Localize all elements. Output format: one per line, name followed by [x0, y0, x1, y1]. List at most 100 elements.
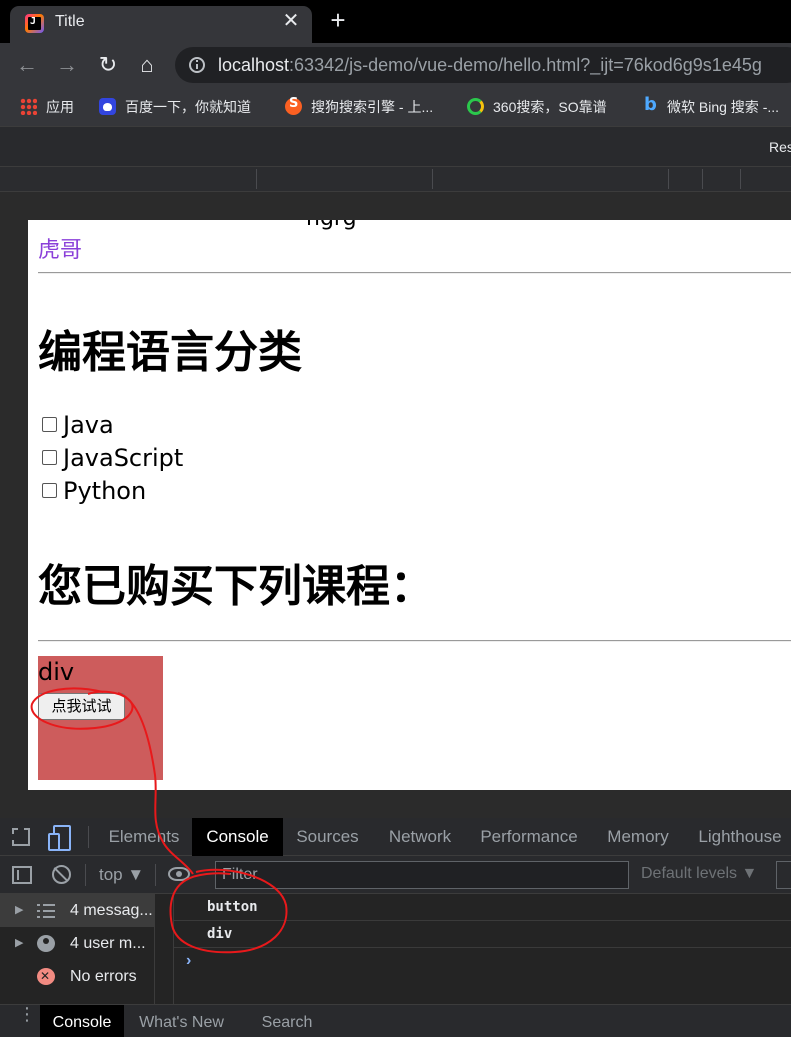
- sidebar-item-label: 4 messag...: [70, 902, 153, 919]
- horizontal-rule: [38, 272, 791, 274]
- clipped-text: hgrg: [306, 220, 357, 231]
- drawer-tab-whats-new[interactable]: What's New: [130, 1005, 233, 1037]
- tab-elements[interactable]: Elements: [96, 818, 192, 856]
- sidebar-item-user-messages[interactable]: ▶ 4 user m...: [0, 927, 155, 960]
- browser-tab[interactable]: J Title ✕: [10, 6, 312, 43]
- url-text[interactable]: localhost:63342/js-demo/vue-demo/hello.h…: [218, 55, 762, 76]
- tab-network[interactable]: Network: [376, 818, 464, 856]
- browser-toolbar: ← → ↻ ⌂ localhost:63342/js-demo/vue-demo…: [0, 43, 791, 88]
- ruler-divider: [432, 169, 433, 189]
- console-message: div: [174, 921, 791, 948]
- console-prompt-icon[interactable]: ›: [186, 952, 191, 970]
- user-icon: [37, 935, 55, 952]
- bookmark-baidu[interactable]: 百度一下，你就知道: [99, 97, 251, 117]
- language-option-javascript[interactable]: JavaScript: [42, 443, 183, 473]
- sidebar-item-messages[interactable]: ▶ 4 messag...: [0, 894, 155, 927]
- sidebar-item-errors[interactable]: No errors: [0, 960, 155, 993]
- language-label: Python: [63, 477, 147, 505]
- inspect-element-icon[interactable]: [12, 828, 30, 846]
- bookmark-apps[interactable]: 应用: [20, 97, 74, 117]
- drawer-tab-bar: ⋮ Console What's New Search: [0, 1004, 791, 1037]
- webstorm-favicon-icon: J: [25, 14, 44, 33]
- list-icon: [37, 902, 55, 919]
- drawer-menu-icon[interactable]: ⋮: [18, 1005, 36, 1031]
- checkbox[interactable]: [42, 417, 57, 432]
- checkbox[interactable]: [42, 483, 57, 498]
- tab-strip: J Title ✕ +: [0, 0, 791, 43]
- url-host: localhost: [218, 55, 290, 75]
- ruler-divider: [702, 169, 703, 189]
- console-output[interactable]: button div ›: [173, 894, 791, 1004]
- ruler-divider: [668, 169, 669, 189]
- bookmark-label: 百度一下，你就知道: [125, 99, 251, 115]
- baidu-icon: [99, 98, 116, 115]
- context-selector[interactable]: top ▼: [99, 865, 144, 885]
- tab-title: Title: [55, 13, 85, 30]
- bookmarks-bar: 应用 百度一下，你就知道 搜狗搜索引擎 - 上... 360搜索，SO靠谱 微软…: [0, 88, 791, 126]
- language-option-python[interactable]: Python: [42, 476, 146, 506]
- log-levels-dropdown[interactable]: Default levels ▼: [641, 865, 757, 883]
- console-settings-button[interactable]: [776, 861, 791, 889]
- console-sidebar: ▶ 4 messag... ▶ 4 user m... No errors: [0, 894, 155, 1004]
- device-toggle-icon[interactable]: [48, 825, 71, 851]
- bookmark-label: 360搜索，SO靠谱: [493, 99, 607, 115]
- console-filter-input[interactable]: Filter: [215, 861, 629, 889]
- tab-console[interactable]: Console: [192, 818, 283, 856]
- live-expression-eye-icon[interactable]: [168, 867, 190, 881]
- apps-grid-icon: [20, 98, 37, 115]
- separator: [85, 864, 86, 886]
- address-bar[interactable]: localhost:63342/js-demo/vue-demo/hello.h…: [175, 47, 791, 83]
- sogou-icon: [285, 96, 302, 115]
- new-tab-button[interactable]: +: [325, 6, 351, 34]
- sidebar-item-label: No errors: [70, 968, 137, 985]
- expand-arrow-icon[interactable]: ▶: [15, 927, 23, 960]
- checkbox[interactable]: [42, 450, 57, 465]
- separator: [155, 864, 156, 886]
- heading-bought-courses: 您已购买下列课程：: [38, 561, 434, 612]
- bookmark-label: 搜狗搜索引擎 - 上...: [311, 99, 434, 115]
- home-icon[interactable]: ⌂: [133, 51, 161, 79]
- url-path: :63342/js-demo/vue-demo/hello.html?_ijt=…: [289, 55, 762, 75]
- bookmark-label: 微软 Bing 搜索 -...: [667, 99, 780, 115]
- div-label: div: [38, 658, 75, 686]
- heading-languages: 编程语言分类: [38, 327, 302, 378]
- tab-performance[interactable]: Performance: [470, 818, 588, 856]
- close-tab-icon[interactable]: ✕: [280, 10, 302, 32]
- tab-sources[interactable]: Sources: [285, 818, 370, 856]
- bookmark-bing[interactable]: 微软 Bing 搜索 -...: [641, 94, 780, 117]
- bing-icon: [641, 94, 658, 115]
- back-arrow-icon[interactable]: ←: [13, 51, 41, 79]
- console-toolbar: top ▼ Filter Default levels ▼: [0, 856, 791, 894]
- device-toolbar: Res: [0, 126, 791, 166]
- console-message: button: [174, 894, 791, 921]
- devtools-tab-bar: Elements Console Sources Network Perform…: [0, 818, 791, 856]
- horizontal-rule: [38, 640, 791, 642]
- media-query-ruler: [0, 166, 791, 192]
- forward-arrow-icon[interactable]: →: [53, 51, 81, 79]
- ruler-divider: [740, 169, 741, 189]
- drawer-tab-console[interactable]: Console: [40, 1005, 124, 1037]
- error-icon: [37, 960, 55, 993]
- language-label: JavaScript: [63, 444, 184, 472]
- devtools-panel: Elements Console Sources Network Perform…: [0, 818, 791, 1037]
- clear-console-icon[interactable]: [52, 865, 71, 884]
- 360-search-icon: [467, 98, 484, 115]
- bookmark-sogou[interactable]: 搜狗搜索引擎 - 上...: [285, 96, 434, 117]
- language-label: Java: [63, 411, 114, 439]
- reload-icon[interactable]: ↻: [94, 51, 122, 79]
- tab-lighthouse[interactable]: Lighthouse: [688, 818, 791, 856]
- expand-arrow-icon[interactable]: ▶: [15, 894, 23, 927]
- try-me-button[interactable]: 点我试试: [38, 693, 125, 720]
- page-viewport: hgrg 虎哥 编程语言分类 Java JavaScript Python 您已…: [28, 220, 791, 790]
- separator: [88, 826, 89, 848]
- red-div-box[interactable]: div 点我试试: [38, 656, 163, 780]
- tab-memory[interactable]: Memory: [596, 818, 680, 856]
- sidebar-item-label: 4 user m...: [70, 935, 146, 952]
- sidebar-toggle-icon[interactable]: [12, 866, 32, 884]
- bookmark-360[interactable]: 360搜索，SO靠谱: [467, 97, 607, 117]
- drawer-tab-search[interactable]: Search: [248, 1005, 326, 1037]
- language-option-java[interactable]: Java: [42, 410, 114, 440]
- hu-ge-link[interactable]: 虎哥: [38, 232, 82, 264]
- site-info-icon[interactable]: [189, 57, 205, 73]
- device-dimensions-label[interactable]: Res: [769, 139, 791, 155]
